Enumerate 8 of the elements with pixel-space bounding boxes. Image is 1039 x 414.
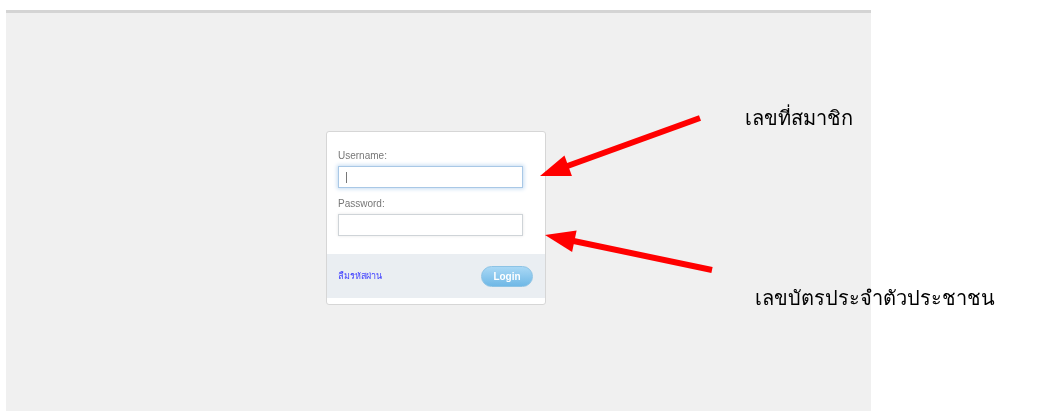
field-label: Password:: [338, 198, 386, 209]
annotation-label: เลขที่สมาชิก: [745, 103, 853, 132]
forgot-password-link[interactable]: ลืมรหัสผ่าน: [338, 269, 382, 283]
text-cursor: [346, 172, 347, 183]
input-field[interactable]: [338, 166, 523, 188]
annotation-label: เลขบัตรประจำตัวประชาชน: [755, 285, 995, 312]
input-field[interactable]: [338, 214, 523, 236]
field-label: Username:: [338, 150, 388, 161]
